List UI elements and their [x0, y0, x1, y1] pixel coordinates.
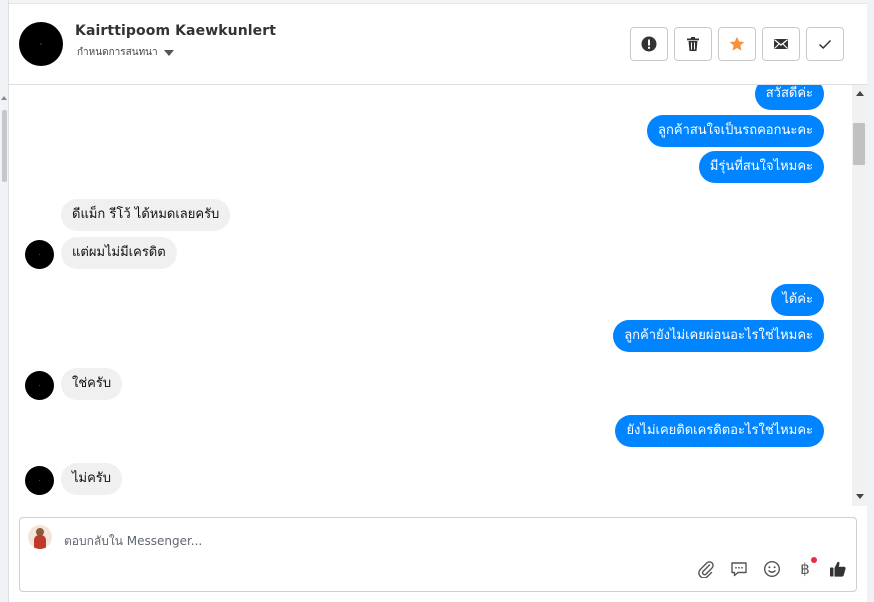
message-incoming[interactable]: แต่ผมไม่มีเครดิต: [61, 237, 177, 269]
scroll-down-arrow[interactable]: [856, 494, 864, 499]
message-outgoing[interactable]: มีรุ่นที่สนใจไหมคะ: [698, 151, 824, 183]
message-incoming[interactable]: ไม่ครับ: [61, 463, 123, 495]
payment-button[interactable]: ฿: [795, 557, 817, 579]
attach-button[interactable]: [696, 559, 716, 579]
trash-icon: [687, 37, 699, 51]
check-icon: [818, 39, 832, 50]
like-button[interactable]: [828, 559, 848, 579]
mark-unread-button[interactable]: [762, 27, 800, 61]
reply-composer[interactable]: ตอบกลับใน Messenger... ฿: [19, 517, 857, 592]
alert-icon: [641, 36, 657, 52]
thread-scrollbar[interactable]: [852, 85, 867, 506]
attachment-icon: [698, 561, 714, 578]
mark-done-button[interactable]: [806, 27, 844, 61]
like-icon: [830, 561, 846, 577]
message-outgoing[interactable]: ลูกค้าสนใจเป็นรถคอกนะคะ: [647, 115, 824, 147]
saved-reply-icon: [731, 562, 747, 577]
star-icon: [729, 36, 745, 51]
mark-spam-button[interactable]: [630, 27, 668, 61]
star-button[interactable]: [718, 27, 756, 61]
emoji-icon: [763, 560, 781, 578]
message-outgoing[interactable]: ลูกค้ายังไม่เคยผ่อนอะไรใช่ไหมคะ: [613, 320, 824, 352]
mail-icon: [774, 39, 788, 49]
assign-conversation-dropdown[interactable]: กำหนดการสนทนา: [77, 45, 174, 60]
payment-icon: ฿: [800, 560, 810, 578]
scroll-up-arrow[interactable]: [856, 91, 864, 96]
reply-input[interactable]: ตอบกลับใน Messenger...: [64, 532, 202, 551]
message-incoming[interactable]: ใช่ครับ: [61, 368, 123, 400]
contact-name[interactable]: Kairttipoom Kaewkunlert: [75, 23, 276, 39]
message-incoming[interactable]: ดีแม็ก รีโว้ ได้หมดเลยครับ: [61, 199, 231, 231]
message-outgoing[interactable]: สวัสดีค่ะ: [754, 85, 824, 110]
assign-conversation-label: กำหนดการสนทนา: [77, 47, 158, 58]
scroll-thumb[interactable]: [853, 123, 865, 165]
conversation-header: Kairttipoom Kaewkunlert กำหนดการสนทนา: [9, 5, 867, 85]
caret-down-icon: [163, 50, 174, 56]
right-edge: [867, 0, 874, 602]
contact-avatar-small[interactable]: [25, 240, 54, 269]
message-outgoing[interactable]: ยังไม่เคยติดเครดิตอะไรใช่ไหมคะ: [615, 415, 824, 447]
left-scrollbar[interactable]: [0, 0, 9, 602]
contact-avatar[interactable]: [19, 22, 63, 66]
composer-tools: ฿: [696, 557, 848, 579]
contact-avatar-small[interactable]: [25, 466, 54, 495]
delete-button[interactable]: [674, 27, 712, 61]
contact-avatar-small[interactable]: [25, 371, 54, 400]
notification-dot: [811, 557, 817, 563]
emoji-button[interactable]: [762, 559, 782, 579]
message-outgoing[interactable]: ได้ค่ะ: [771, 284, 824, 316]
message-thread[interactable]: สวัสดีค่ะ ลูกค้าสนใจเป็นรถคอกนะคะ มีรุ่น…: [9, 85, 852, 506]
saved-reply-button[interactable]: [729, 559, 749, 579]
messenger-conversation-panel: Kairttipoom Kaewkunlert กำหนดการสนทนา สว: [0, 0, 874, 602]
left-scroll-up-arrow[interactable]: [1, 96, 7, 100]
left-scroll-thumb[interactable]: [2, 110, 7, 182]
page-avatar: [28, 525, 52, 549]
top-divider: [9, 0, 867, 4]
header-actions: [630, 27, 844, 61]
